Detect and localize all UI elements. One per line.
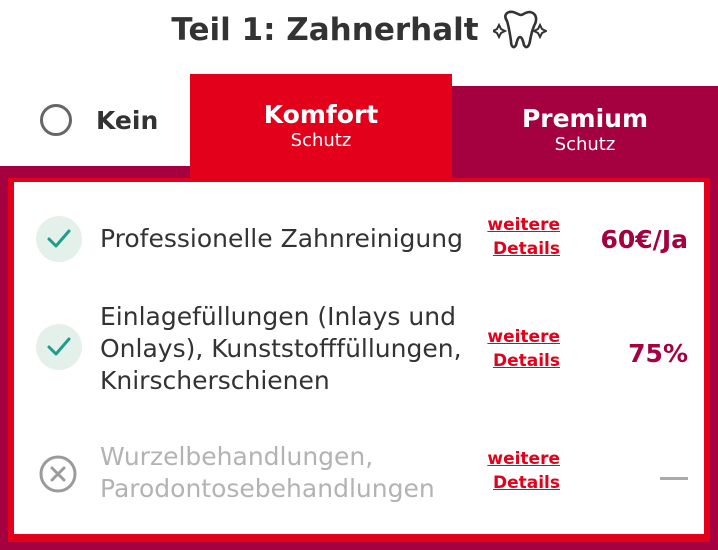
tab-kein[interactable]: Kein <box>0 74 190 166</box>
checkmark-icon <box>36 216 82 262</box>
not-included-dash: — <box>660 477 688 480</box>
tab-komfort-sublabel: Schutz <box>290 130 352 151</box>
details-link[interactable]: weitere Details <box>482 213 560 261</box>
feature-text: Professionelle Zahnreinigung <box>100 224 463 253</box>
tab-premium[interactable]: Premium Schutz <box>452 86 718 178</box>
feature-value: 75% <box>628 339 688 368</box>
title-text: Teil 1: Zahnerhalt <box>171 12 479 48</box>
feature-text: Einlagefüllungen (Inlays und Onlays), Ku… <box>100 302 462 395</box>
tab-kein-label: Kein <box>96 105 159 135</box>
sparkling-tooth-icon <box>492 10 547 49</box>
radio-button-icon[interactable] <box>40 104 72 136</box>
tab-komfort[interactable]: Komfort Schutz <box>190 74 452 178</box>
tab-premium-label: Premium <box>521 104 649 133</box>
page-title: Teil 1: Zahnerhalt <box>0 8 718 52</box>
checkmark-icon <box>36 324 82 370</box>
feature-value: 60€/Ja <box>600 225 689 254</box>
tab-komfort-label: Komfort <box>263 100 379 129</box>
feature-text: Wurzelbehandlungen, Parodontosebehandlun… <box>100 442 435 503</box>
tab-premium-sublabel: Schutz <box>554 134 616 155</box>
details-link[interactable]: weitere Details <box>482 447 560 495</box>
details-link[interactable]: weitere Details <box>482 325 560 373</box>
excluded-x-icon <box>39 455 77 493</box>
